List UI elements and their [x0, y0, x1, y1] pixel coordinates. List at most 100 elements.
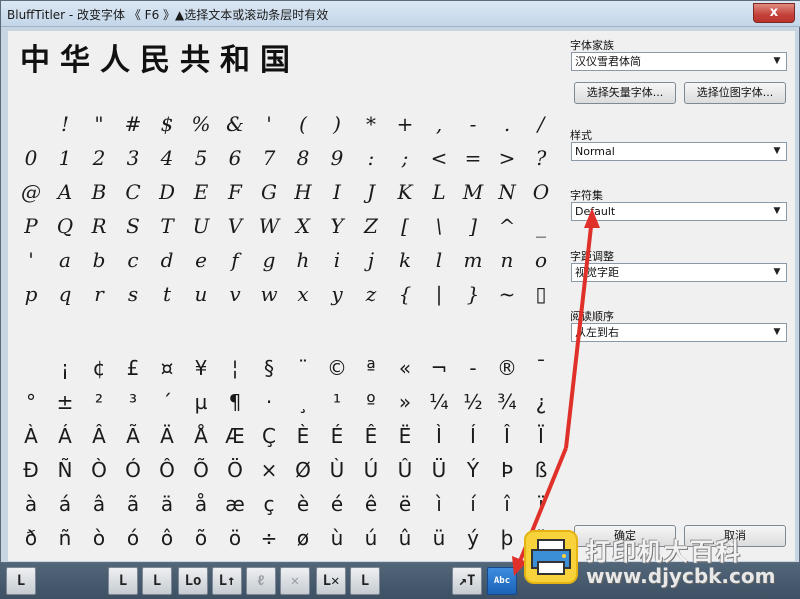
- title-bar[interactable]: BluffTitler - 改变字体 《 F6 》▲选择文本或滚动条层时有效 x: [1, 1, 800, 27]
- glyph-cell: Õ: [193, 458, 209, 482]
- glyph-cell: >: [498, 146, 516, 170]
- glyph-cell: m: [463, 248, 483, 272]
- glyph-cell: ý: [467, 526, 479, 550]
- glyph-cell: Å: [194, 424, 208, 448]
- glyph-cell: ä: [160, 492, 174, 516]
- chevron-down-icon[interactable]: ▼: [770, 203, 784, 220]
- glyph-cell: Ê: [364, 424, 378, 448]
- glyph-cell: H: [294, 180, 312, 204]
- font-family-label: 字体家族: [570, 39, 614, 52]
- glyph-cell: 3: [126, 146, 140, 170]
- glyph-cell: W: [258, 214, 280, 238]
- glyph-cell: ª: [366, 356, 376, 380]
- dialog-client-area: 中华人民共和国 ! " # $% & '() * +, -./0 1 2 3 4 5 6 7 8 9:; < = >? @…: [8, 31, 795, 561]
- style-combobox[interactable]: Normal ▼: [571, 142, 787, 161]
- glyph-cell: É: [330, 424, 344, 448]
- glyph-cell: V: [227, 214, 243, 238]
- glyph-cell: $: [160, 112, 174, 136]
- chevron-down-icon[interactable]: ▼: [770, 264, 784, 281]
- glyph-cell: a: [59, 248, 71, 272]
- select-bitmap-font-button[interactable]: 选择位图字体...: [684, 82, 786, 104]
- glyph-row: P Q R S T U V W X Y Z [\] ^ _: [14, 211, 562, 241]
- align-left-icon[interactable]: L: [6, 567, 36, 595]
- glyph-cell: «: [398, 356, 412, 380]
- glyph-cell: ]: [469, 214, 477, 238]
- glyph-cell: Û: [397, 458, 413, 482]
- glyph-cell: Ï: [538, 424, 544, 448]
- glyph-cell: æ: [225, 492, 245, 516]
- glyph-cell: j: [367, 248, 375, 272]
- glyph-cell: |: [435, 282, 443, 306]
- layer-up-icon[interactable]: L↑: [212, 567, 242, 595]
- glyph-cell: é: [330, 492, 344, 516]
- glyph-cell: ú: [364, 526, 378, 550]
- text-transform-icon[interactable]: ↗T: [452, 567, 482, 595]
- glyph-cell: Ñ: [57, 458, 73, 482]
- glyph-cell: £: [126, 356, 140, 380]
- glyph-cell: ,: [435, 112, 443, 136]
- reading-order-value: 从左到右: [575, 326, 619, 339]
- glyph-cell: ï: [538, 492, 544, 516]
- glyph-cell: /: [537, 112, 545, 136]
- glyph-cell: 5: [194, 146, 208, 170]
- glyph-cell: 8: [296, 146, 310, 170]
- glyph-cell: â: [92, 492, 106, 516]
- layer-link-icon[interactable]: L: [142, 567, 172, 595]
- glyph-cell: #: [124, 112, 142, 136]
- layer-delete-icon[interactable]: ✕: [280, 567, 310, 595]
- glyph-cell: ': [266, 112, 272, 136]
- glyph-cell: ¦: [231, 356, 239, 380]
- font-family-combobox[interactable]: 汉仪雪君体简 ▼: [571, 52, 787, 71]
- glyph-cell: Ö: [227, 458, 243, 482]
- glyph-cell: ¹: [332, 390, 342, 414]
- font-family-value: 汉仪雪君体简: [575, 55, 641, 68]
- glyph-cell: +: [396, 112, 414, 136]
- glyph-cell: ö: [228, 526, 242, 550]
- glyph-cell: @: [21, 180, 41, 204]
- glyph-cell: þ: [500, 526, 514, 550]
- glyph-cell: k: [398, 248, 412, 272]
- glyph-cell: O: [532, 180, 550, 204]
- glyph-cell: l: [435, 248, 443, 272]
- glyph-cell: å: [194, 492, 208, 516]
- close-button[interactable]: x: [753, 3, 795, 23]
- chevron-down-icon[interactable]: ▼: [770, 143, 784, 160]
- chevron-down-icon[interactable]: ▼: [770, 53, 784, 70]
- glyph-cell: ë: [398, 492, 412, 516]
- charset-label: 字符集: [570, 189, 603, 202]
- glyph-cell: à: [24, 492, 38, 516]
- glyph-cell: f: [231, 248, 239, 272]
- glyph-row: ! " # $% & ' () * +, -. /: [14, 109, 562, 139]
- layer-anchor-icon[interactable]: L: [350, 567, 380, 595]
- glyph-cell: ©: [327, 356, 347, 380]
- layer-path-icon[interactable]: ℓ: [246, 567, 276, 595]
- glyph-cell: ®: [497, 356, 517, 380]
- glyph-cell: Ò: [91, 458, 107, 482]
- abc-text-icon[interactable]: Abc: [487, 567, 517, 595]
- glyph-row: ÀÁÂÃÄÅÆÇÈÉÊËÌ Í Î Ï: [14, 421, 562, 451]
- glyph-cell: û: [398, 526, 412, 550]
- glyph-cell: J: [366, 180, 376, 204]
- glyph-cell: 4: [160, 146, 174, 170]
- select-vector-font-button[interactable]: 选择矢量字体...: [574, 82, 676, 104]
- spacing-combobox[interactable]: 视觉字距 ▼: [571, 263, 787, 282]
- glyph-cell: Ü: [431, 458, 447, 482]
- glyph-cell: -: [469, 356, 477, 380]
- layer-remove-icon[interactable]: L✕: [316, 567, 346, 595]
- charset-combobox[interactable]: Default ▼: [571, 202, 787, 221]
- glyph-cell: µ: [194, 390, 208, 414]
- glyph-cell: _: [536, 214, 546, 238]
- glyph-cell: ³: [128, 390, 138, 414]
- glyph-cell: á: [58, 492, 72, 516]
- glyph-cell: Q: [56, 214, 74, 238]
- glyph-cell: D: [158, 180, 176, 204]
- layer-orbit-icon[interactable]: Lo: [178, 567, 208, 595]
- reading-order-combobox[interactable]: 从左到右 ▼: [571, 323, 787, 342]
- glyph-cell: È: [296, 424, 310, 448]
- layer-align-icon[interactable]: L: [108, 567, 138, 595]
- glyph-cell: Y: [330, 214, 344, 238]
- glyph-cell: ¶: [228, 390, 242, 414]
- glyph-cell: Ú: [363, 458, 379, 482]
- glyph-cell: p: [24, 282, 38, 306]
- chevron-down-icon[interactable]: ▼: [770, 324, 784, 341]
